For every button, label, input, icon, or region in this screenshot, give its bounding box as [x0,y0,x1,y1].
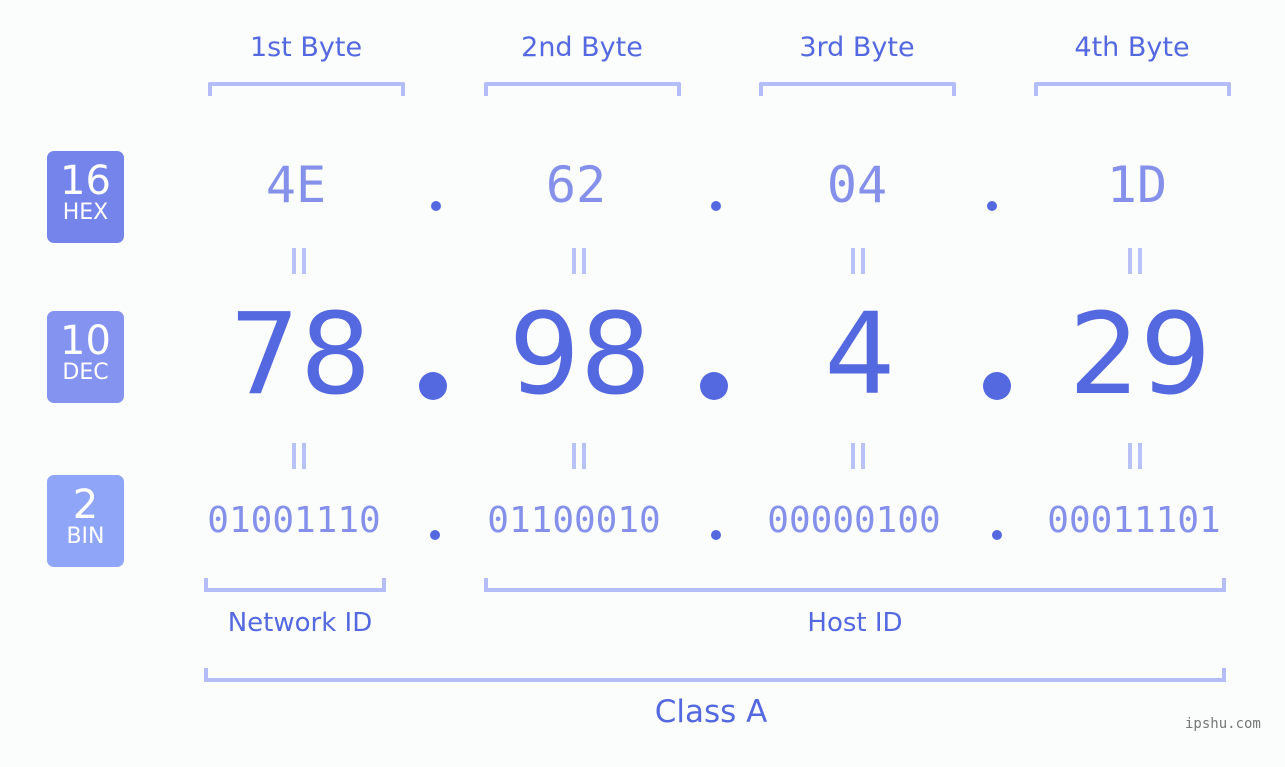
hex-dot-3 [987,201,997,211]
byte-label-3: 3rd Byte [799,32,915,63]
dec-value-2: 98 [508,290,652,420]
dec-value-3: 4 [824,290,896,420]
dec-value-4: 29 [1068,290,1212,420]
bin-dot-1 [430,530,440,540]
byte-bracket-1 [208,82,405,96]
dec-dot-2 [700,372,728,400]
hex-dot-1 [431,201,441,211]
hex-badge-unit: HEX [62,200,109,225]
bin-value-1: 01001110 [207,500,381,541]
hex-value-4: 1D [1106,156,1168,214]
host-id-label: Host ID [807,608,903,638]
byte-label-2: 2nd Byte [521,32,643,63]
network-id-bracket [204,578,386,592]
dec-badge-base: 10 [60,318,111,364]
byte-bracket-2 [484,82,681,96]
dec-dot-3 [983,372,1011,400]
hex-dot-2 [711,201,721,211]
bin-value-3: 00000100 [767,500,941,541]
bin-value-4: 00011101 [1047,500,1221,541]
hex-badge: 16 HEX [47,151,124,243]
dec-value-1: 78 [228,290,372,420]
bin-badge: 2 BIN [47,475,124,567]
equals-icon [1127,248,1143,274]
equals-icon [571,248,587,274]
dec-dot-1 [419,372,447,400]
equals-icon [850,248,866,274]
class-label: Class A [654,694,768,730]
bin-badge-unit: BIN [66,524,105,549]
equals-icon [291,443,307,469]
bin-badge-base: 2 [72,482,99,528]
bin-dot-3 [992,530,1002,540]
dec-badge: 10 DEC [47,311,124,403]
equals-icon [571,443,587,469]
hex-value-1: 4E [265,156,327,214]
network-id-label: Network ID [227,608,373,638]
equals-icon [850,443,866,469]
byte-label-4: 4th Byte [1074,32,1190,63]
byte-label-1: 1st Byte [249,32,363,63]
byte-bracket-3 [759,82,956,96]
hex-value-2: 62 [545,156,607,214]
dec-badge-unit: DEC [62,360,109,385]
host-id-bracket [484,578,1226,592]
byte-bracket-4 [1034,82,1231,96]
equals-icon [291,248,307,274]
bin-dot-2 [711,530,721,540]
bin-value-2: 01100010 [487,500,661,541]
equals-icon [1127,443,1143,469]
hex-value-3: 04 [826,156,888,214]
hex-badge-base: 16 [60,158,111,204]
watermark: ipshu.com [1185,716,1261,732]
class-bracket [204,668,1226,682]
